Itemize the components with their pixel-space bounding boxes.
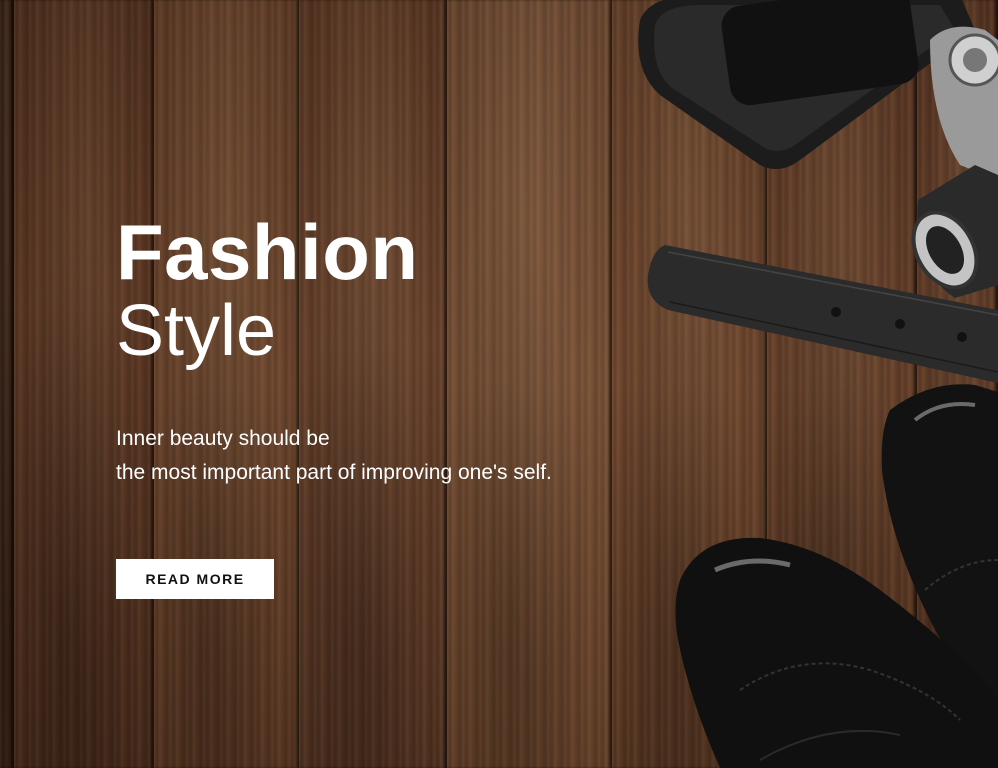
hero-subtitle-line1: Inner beauty should be: [116, 427, 330, 450]
hero-content: Fashion Style Inner beauty should be the…: [116, 212, 552, 599]
shoe-icon: [675, 384, 998, 768]
hero-title-line2: Style: [116, 291, 277, 371]
read-more-button[interactable]: READ MORE: [116, 559, 274, 599]
hero-subtitle-line2: the most important part of improving one…: [116, 461, 552, 484]
hero-title: Fashion Style: [116, 212, 552, 370]
hero-title-line1: Fashion: [116, 208, 419, 296]
hero-subtitle: Inner beauty should be the most importan…: [116, 422, 552, 490]
hero-section: Fashion Style Inner beauty should be the…: [0, 0, 998, 768]
